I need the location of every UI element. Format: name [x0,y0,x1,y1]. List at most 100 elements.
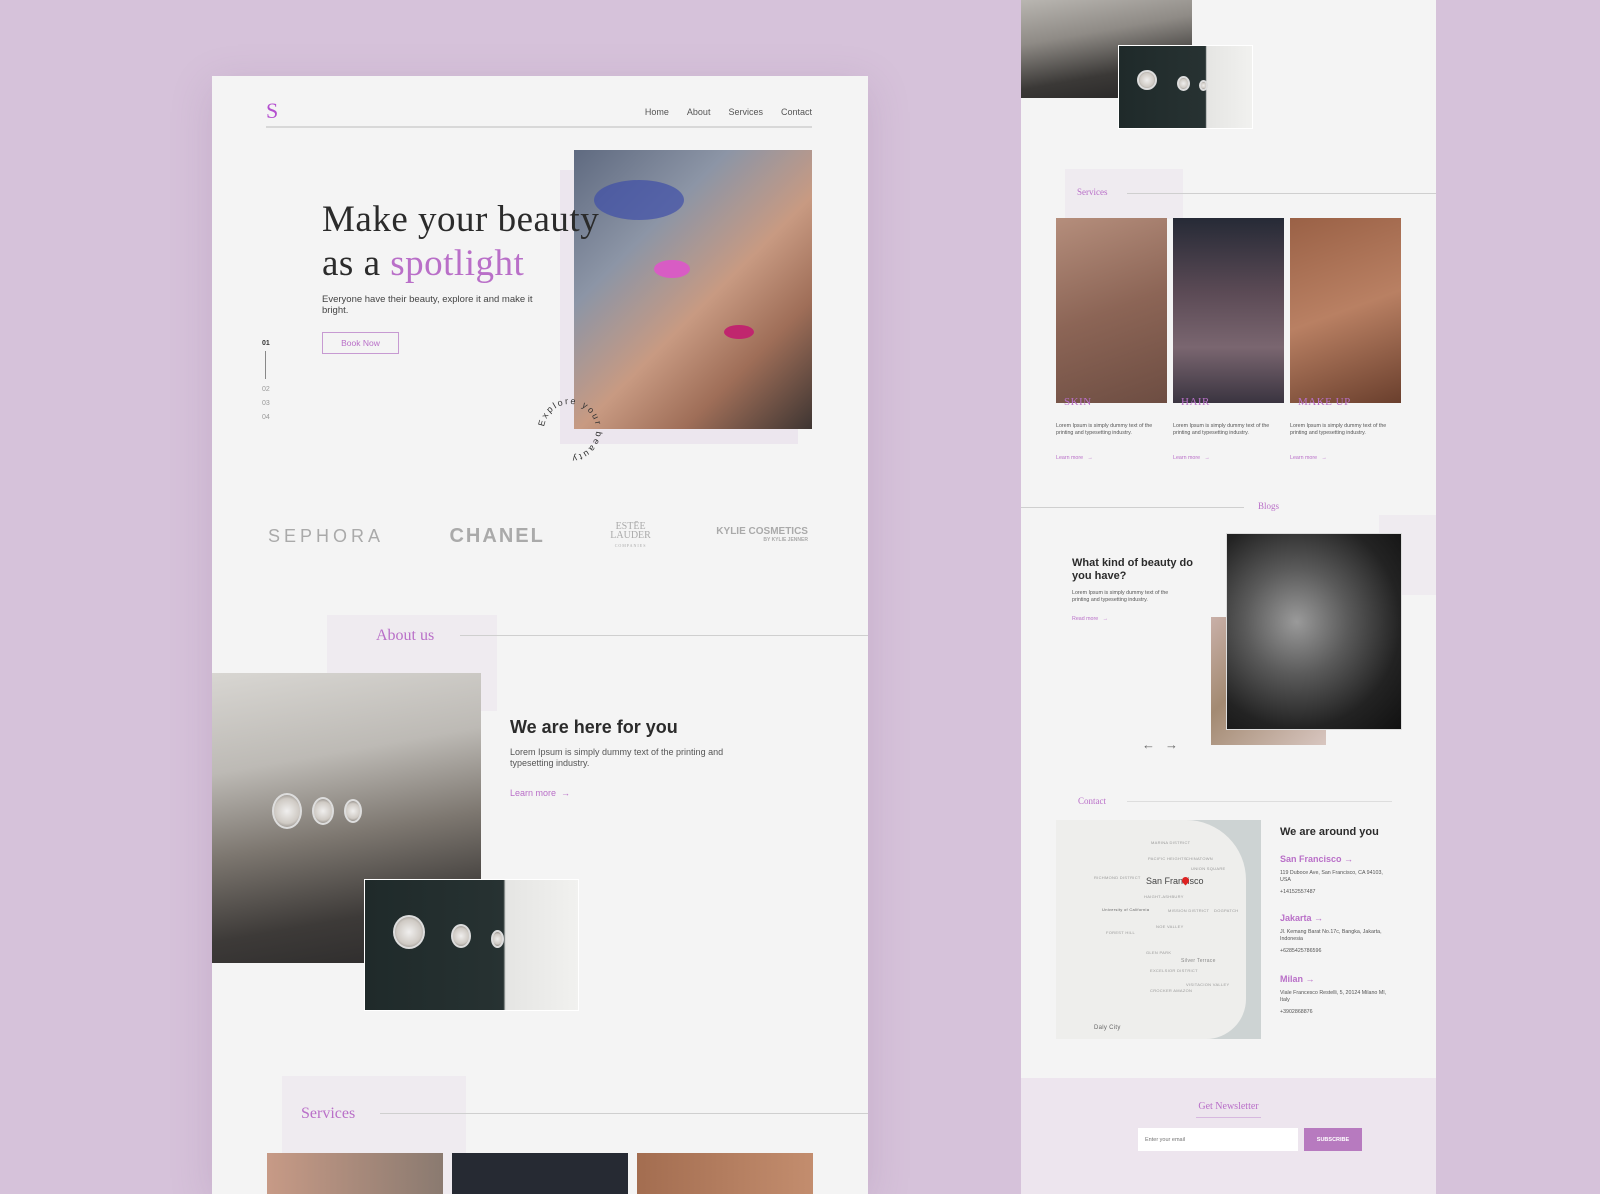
main-nav: Home About Services Contact [645,107,812,117]
pager-indicator [265,351,266,379]
location-phone: +14152557487 [1280,889,1316,895]
map-label: GLEN PARK [1146,950,1172,955]
pager-01[interactable]: 01 [262,340,270,347]
service-learn-more-hair[interactable]: Learn more → [1173,455,1210,461]
about-heading: We are here for you [510,717,678,737]
link-label: Read more [1072,616,1099,622]
service-learn-more-skin[interactable]: Learn more → [1056,455,1093,461]
location-link[interactable]: San Francisco → [1280,854,1390,864]
map-label: NOE VALLEY [1156,924,1184,929]
arrow-right-icon: → [1102,616,1108,622]
salon-mirrors-image [1118,45,1253,129]
location-name: Milan [1280,974,1304,984]
newsletter-email-input[interactable] [1138,1128,1298,1151]
location-address: Viale Francesco Restelli, 5, 20124 Milan… [1280,990,1387,1003]
link-label: Learn more [1056,455,1084,461]
map-label: EXCELSIOR DISTRICT [1150,968,1198,973]
hero-subtitle: Everyone have their beauty, explore it a… [322,294,533,316]
subscribe-button[interactable]: SUBSCRIBE [1304,1128,1362,1151]
nav-home[interactable]: Home [645,107,669,117]
arrow-right-icon[interactable]: → [1165,737,1178,752]
blog-portrait-image [1226,533,1402,730]
kylie-sub: BY KYLIE JENNER [763,537,808,543]
service-text-hair: Lorem Ipsum is simply dummy text of the … [1173,423,1270,436]
pager-04[interactable]: 04 [262,414,270,421]
service-text-makeup: Lorem Ipsum is simply dummy text of the … [1290,423,1387,436]
book-now-button[interactable]: Book Now [322,332,399,354]
location-jakarta: Jakarta → Jl. Kemang Barat No.17c, Bangk… [1280,913,1390,954]
location-phone: +3902868876 [1280,1009,1313,1015]
about-learn-more-link[interactable]: Learn more → [510,788,570,798]
nav-contact[interactable]: Contact [781,107,812,117]
link-label: Learn more [1173,455,1201,461]
services-divider [380,1113,868,1114]
arrow-right-icon: → [1204,455,1210,461]
arrow-right-icon: → [1344,854,1354,864]
blogs-divider [1021,507,1244,508]
map-label: FOREST HILL [1106,930,1136,935]
location-link[interactable]: Jakarta → [1280,913,1390,923]
nav-divider [266,126,812,128]
map-label: MARINA DISTRICT [1151,840,1191,845]
map-label: PACIFIC HEIGHTS [1148,856,1187,861]
arrow-right-icon: → [1087,455,1093,461]
arrow-left-icon[interactable]: ← [1142,737,1155,752]
map-label: MISSION DISTRICT [1168,908,1210,913]
services-section-title: Services [301,1105,356,1122]
brand-estee-lauder: ESTĒE LAUDER COMPANIES [610,522,651,550]
about-section-title: About us [376,627,435,644]
service-image-makeup[interactable] [1290,218,1401,403]
map-land [1056,820,1246,1039]
nav-services[interactable]: Services [728,107,763,117]
pager-02[interactable]: 02 [262,386,270,393]
service-label-makeup: MAKE UP [1298,396,1351,408]
service-text-skin: Lorem Ipsum is simply dummy text of the … [1056,423,1153,436]
map-label: CROCKER AMAZON [1150,988,1193,993]
map-city-label: San Francisco [1146,876,1204,886]
location-san-francisco: San Francisco → 119 Duboce Ave, San Fran… [1280,854,1390,895]
blog-carousel-controls: ← → [1142,737,1178,752]
hero-title-line2: as a [322,243,391,284]
brand-sephora: SEPHORA [268,525,385,546]
location-map[interactable]: MARINA DISTRICT PACIFIC HEIGHTS CHINATOW… [1056,820,1261,1039]
location-name: San Francisco [1280,854,1342,864]
service-label-skin: SKIN [1064,396,1092,408]
link-label: Learn more [1290,455,1318,461]
arrow-right-icon: → [1305,974,1315,984]
service-card-skin[interactable] [267,1153,443,1194]
newsletter-title: Get Newsletter [1198,1101,1259,1112]
blog-read-more-link[interactable]: Read more → [1072,616,1108,622]
map-label: RICHMOND DISTRICT [1094,875,1141,880]
service-image-skin[interactable] [1056,218,1167,403]
service-card-makeup[interactable] [637,1153,813,1194]
arrow-right-icon: → [561,788,571,798]
service-learn-more-makeup[interactable]: Learn more → [1290,455,1327,461]
location-address: 119 Duboce Ave, San Francisco, CA 94103,… [1280,870,1383,883]
location-link[interactable]: Milan → [1280,974,1390,984]
contact-section-title: Contact [1078,796,1106,806]
arrow-right-icon: → [1314,913,1324,923]
blog-body: Lorem Ipsum is simply dummy text of the … [1072,590,1169,603]
nav-about[interactable]: About [687,107,711,117]
location-name: Jakarta [1280,913,1312,923]
newsletter-title-underline [1196,1117,1261,1118]
blogs-section-title: Blogs [1258,501,1280,511]
brand-chanel: CHANEL [449,524,545,547]
service-image-hair[interactable] [1173,218,1284,403]
explore-circle-badge[interactable]: Explore your beauty [534,394,606,466]
map-label: VISITACION VALLEY [1186,982,1230,987]
map-label: DOGPATCH [1214,908,1239,913]
arrow-right-icon: → [1321,455,1327,461]
pager-03[interactable]: 03 [262,400,270,407]
salon-mirrors-image [364,879,579,1011]
svg-text:Explore your beauty: Explore your beauty [536,396,604,464]
hero-title: Make your beauty as a spotlight [322,198,599,286]
service-card-hair[interactable] [452,1153,628,1194]
brand-kylie: KYLIE COSMETICS BY KYLIE JENNER [716,527,808,545]
map-label: Silver Terrace [1181,958,1216,964]
map-label: Daly City [1094,1025,1121,1031]
about-body: Lorem Ipsum is simply dummy text of the … [510,747,724,768]
location-address: Jl. Kemang Barat No.17c, Bangka, Jakarta… [1280,929,1382,942]
location-phone: +6285425786596 [1280,948,1322,954]
logo[interactable]: S [266,98,278,124]
